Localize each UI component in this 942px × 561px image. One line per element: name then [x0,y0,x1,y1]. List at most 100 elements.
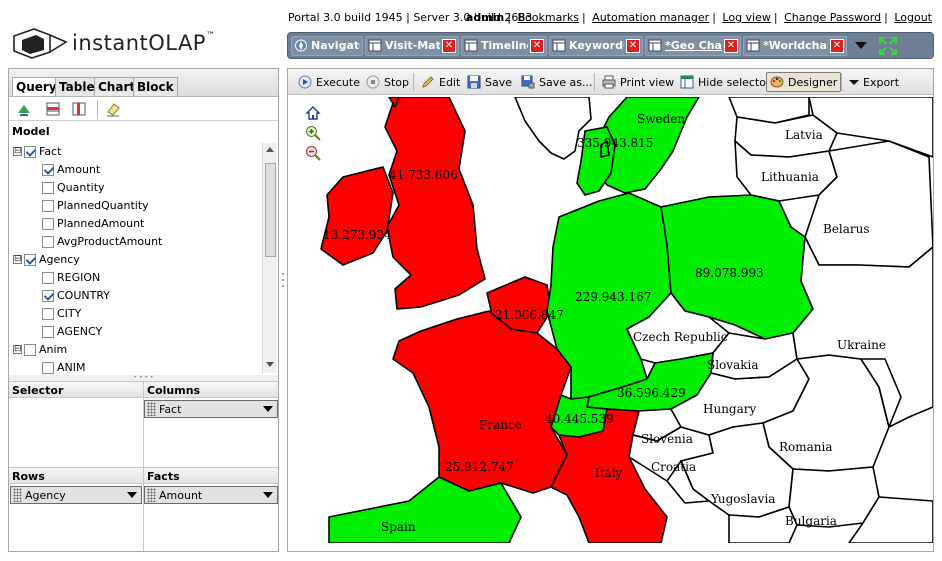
map-country-united-kingdom[interactable] [384,97,486,310]
tree-node-amount[interactable]: Amount [42,161,100,178]
chevron-down-icon[interactable] [263,406,273,412]
checkbox[interactable] [42,199,54,212]
tree-node-plannedquantity[interactable]: PlannedQuantity [42,197,149,214]
columns-drop-zone[interactable]: Fact [144,398,278,467]
add-row-icon[interactable] [45,101,61,117]
checkbox[interactable] [24,253,36,266]
automation-manager-link[interactable]: Automation manager [592,11,709,24]
checkbox[interactable] [42,307,54,320]
close-icon[interactable]: ✕ [530,38,544,53]
tree-node-country[interactable]: COUNTRY [42,287,110,304]
geo-chart[interactable]: Sweden 335.943.815 Latvia Lithuania Bela… [289,97,933,543]
report-panel: Execute Stop Edit Save Save as... Print … [287,68,934,552]
chevron-down-icon[interactable] [127,492,137,498]
logout-link[interactable]: Logout [894,11,932,24]
checkbox[interactable] [24,145,36,158]
tab-query[interactable]: Query [12,77,61,96]
edit-button[interactable]: Edit [418,72,463,92]
chevron-down-icon[interactable] [855,41,867,50]
toolbar-separator [594,73,595,91]
tab-geo-chart[interactable]: *Geo Chart ✕ [645,35,741,56]
print-view-button[interactable]: Print view [599,72,677,92]
tree-node-city[interactable]: CITY [42,305,81,322]
floppy-disk-icon [467,75,481,89]
close-icon[interactable]: ✕ [830,38,844,53]
report-icon [464,39,478,52]
checkbox[interactable] [42,235,54,248]
drag-handle-icon[interactable] [147,488,156,502]
add-column-icon[interactable] [71,101,87,117]
tree-scrollbar[interactable] [262,143,277,373]
tab-table[interactable]: Table [55,77,99,96]
scroll-up-icon[interactable] [266,147,274,152]
maximize-icon[interactable] [879,36,897,55]
facts-chip-amount[interactable]: Amount [144,486,278,504]
save-button[interactable]: Save [464,72,515,92]
query-toolbar [9,97,278,121]
play-icon [298,75,312,89]
drag-handle-icon[interactable] [147,402,156,416]
execute-button[interactable]: Execute [295,72,363,92]
eraser-icon[interactable] [105,101,121,117]
map-label-france: France [479,418,522,432]
collapse-icon[interactable]: ⊟ [13,345,22,354]
tab-keyword-analysis[interactable]: Keyword-A ✕ [549,35,643,56]
tree-node-agency-level[interactable]: AGENCY [42,323,102,340]
vertical-splitter[interactable] [281,270,285,290]
columns-chip-fact[interactable]: Fact [144,400,278,418]
rows-drop-zone[interactable]: Agency [9,484,143,551]
facts-drop-zone[interactable]: Amount [144,484,278,551]
log-view-link[interactable]: Log view [722,11,770,24]
tree-node-plannedamount[interactable]: PlannedAmount [42,215,144,232]
tree-node-region[interactable]: REGION [42,269,100,286]
checkbox[interactable] [42,217,54,230]
tree-node-avgproductamount[interactable]: AvgProductAmount [42,233,162,250]
hide-selector-button[interactable]: Hide selector [677,72,774,92]
tab-timeline[interactable]: Timeline ✕ [461,35,547,56]
checkbox[interactable] [42,163,54,176]
tree-node-quantity[interactable]: Quantity [42,179,105,196]
rows-chip-agency[interactable]: Agency [10,486,142,504]
document-tab-bar: Navigator Visit-Matri ✕ Timeline ✕ Keywo… [287,32,934,59]
tree-node-agency[interactable]: ⊟ Agency [13,251,80,268]
home-icon[interactable] [305,105,321,121]
close-icon[interactable]: ✕ [724,38,738,53]
export-button[interactable]: Export [846,72,902,92]
designer-button[interactable]: Designer [766,72,842,92]
selector-drop-zone[interactable] [9,398,143,467]
columns-zone-header: Columns [144,381,278,398]
checkbox[interactable] [24,343,36,356]
checkbox[interactable] [42,325,54,338]
checkbox[interactable] [42,361,54,374]
collapse-icon[interactable]: ⊟ [13,255,22,264]
tree-node-fact[interactable]: ⊟ Fact [13,143,61,160]
bookmarks-link[interactable]: Bookmarks [517,11,578,24]
tab-navigator[interactable]: Navigator [291,35,363,56]
scroll-down-icon[interactable] [266,362,274,367]
scrollbar-thumb[interactable] [265,163,276,257]
map-country-ireland[interactable] [320,166,394,266]
close-icon[interactable]: ✕ [626,38,640,53]
tab-visit-matrix[interactable]: Visit-Matri ✕ [365,35,459,56]
save-as-button[interactable]: Save as... [518,72,595,92]
chevron-down-icon[interactable] [263,492,273,498]
map-label-romania: Romania [779,440,833,454]
drag-handle-icon[interactable] [13,488,22,502]
tab-worldchart[interactable]: *Worldchart ✕ [743,35,847,56]
zoom-out-icon[interactable] [305,145,321,161]
tab-block[interactable]: Block [133,77,178,96]
stop-button[interactable]: Stop [363,72,412,92]
close-icon[interactable]: ✕ [442,38,456,53]
europe-map[interactable]: Sweden 335.943.815 Latvia Lithuania Bela… [289,97,933,543]
tree-node-anim[interactable]: ⊟ Anim [13,341,67,358]
collapse-icon[interactable]: ⊟ [13,147,22,156]
checkbox[interactable] [42,271,54,284]
refresh-model-icon[interactable] [16,101,32,117]
checkbox[interactable] [42,289,54,302]
change-password-link[interactable]: Change Password [784,11,881,24]
tree-node-anim-level[interactable]: ANIM [42,359,86,375]
zoom-in-icon[interactable] [305,125,321,141]
map-country-spain[interactable] [328,476,522,543]
checkbox[interactable] [42,181,54,194]
map-label-slovakia: Slovakia [707,358,758,372]
